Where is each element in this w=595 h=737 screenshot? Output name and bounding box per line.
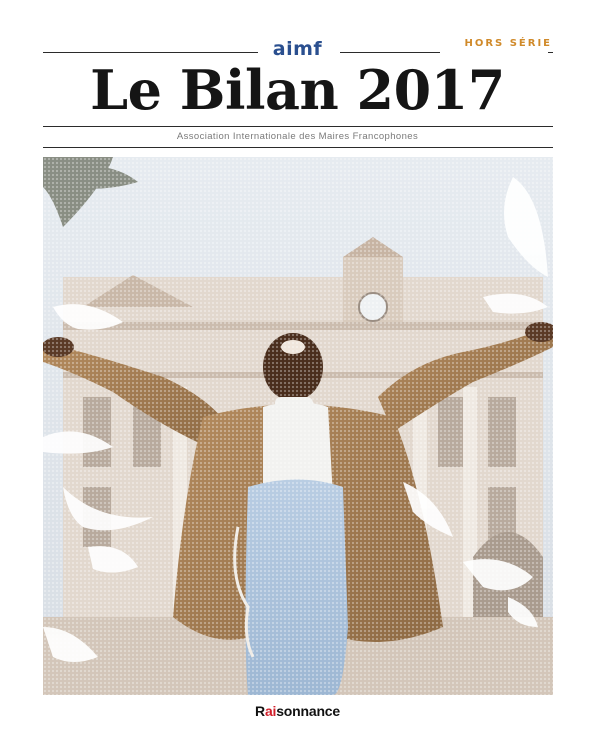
cover-photo-illustration bbox=[43, 157, 553, 695]
cover-photo bbox=[43, 157, 553, 695]
title-rule-bottom bbox=[43, 147, 553, 148]
cover-subtitle: Association Internationale des Maires Fr… bbox=[176, 131, 419, 142]
edition-tag: HORS SÉRIE bbox=[464, 38, 552, 49]
publisher-logo: Raisonnance bbox=[255, 703, 340, 719]
cover-title: Le Bilan 2017 bbox=[90, 58, 505, 122]
title-rule-top bbox=[43, 126, 553, 127]
